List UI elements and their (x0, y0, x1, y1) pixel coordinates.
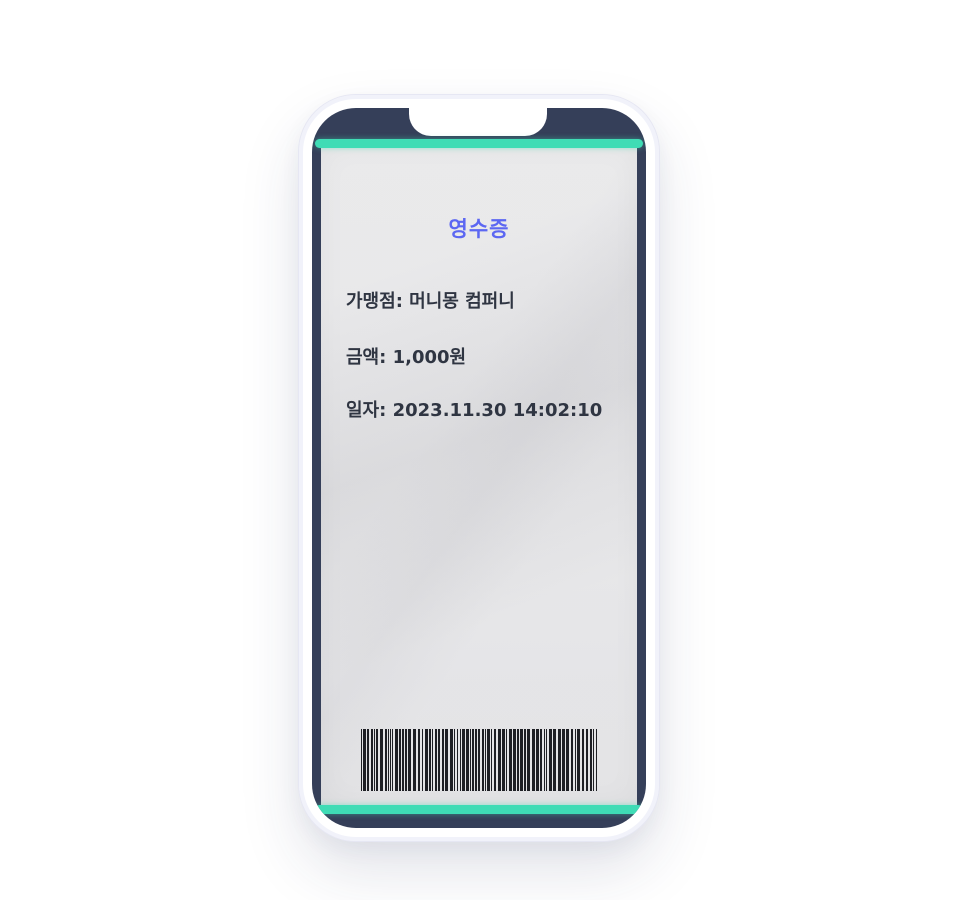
barcode-bar (532, 729, 535, 791)
barcode-bar (450, 729, 453, 791)
phone-mockup: 영수증 가맹점: 머니몽 컴퍼니 금액: 1,000원 일자: 2023.11.… (298, 94, 660, 842)
barcode-bar (402, 729, 404, 791)
barcode-bar (540, 729, 542, 791)
barcode-bar (558, 729, 561, 791)
barcode-bar (466, 729, 469, 791)
barcode-bar (509, 729, 512, 791)
date-line: 일자: 2023.11.30 14:02:10 (346, 400, 603, 421)
barcode-bar (475, 729, 477, 791)
barcode-bar (361, 729, 362, 791)
barcode-bar (577, 729, 580, 791)
barcode-bar (517, 729, 519, 791)
barcode-bar (562, 729, 565, 791)
barcode-bar (399, 729, 401, 791)
barcode-bar (485, 729, 486, 791)
amount-line: 금액: 1,000원 (346, 347, 467, 368)
barcode-bar (425, 729, 428, 791)
barcode-bar (575, 729, 576, 791)
barcode-bar (454, 729, 455, 791)
barcode-bar (385, 729, 387, 791)
barcode-bar (438, 729, 440, 791)
barcode-bar (405, 729, 407, 791)
barcode-bar (524, 729, 526, 791)
date-value: 2023.11.30 14:02:10 (392, 400, 603, 421)
barcode-bar (376, 729, 378, 791)
scan-guide-bottom (315, 805, 643, 814)
barcode-bar (478, 729, 480, 791)
barcode-bar (566, 729, 569, 791)
barcode-bar (460, 729, 461, 791)
barcode-bar (593, 729, 594, 791)
barcode-bar (363, 729, 366, 791)
barcode-bar (408, 729, 411, 791)
barcode-bar (470, 729, 471, 791)
barcode-bar (395, 729, 398, 791)
barcode-bar (487, 729, 490, 791)
barcode-bar (494, 729, 496, 791)
phone-screen: 영수증 가맹점: 머니몽 컴퍼니 금액: 1,000원 일자: 2023.11.… (312, 108, 646, 828)
barcode-bar (536, 729, 539, 791)
barcode-bar (590, 729, 592, 791)
barcode-bar (390, 729, 391, 791)
barcode-icon (361, 729, 597, 791)
amount-label: 금액 (346, 347, 380, 368)
barcode-bar (498, 729, 501, 791)
barcode-bar (553, 729, 556, 791)
barcode-bar (374, 729, 375, 791)
barcode-bar (435, 729, 437, 791)
store-line: 가맹점: 머니몽 컴퍼니 (346, 291, 515, 312)
barcode-bar (388, 729, 389, 791)
barcode-bar (586, 729, 588, 791)
barcode-bar (429, 729, 431, 791)
barcode-bar (432, 729, 433, 791)
barcode-bar (506, 729, 507, 791)
barcode-bar (380, 729, 383, 791)
barcode-bar (457, 729, 458, 791)
barcode-bar (371, 729, 373, 791)
barcode-bar (582, 729, 584, 791)
barcode-bar (422, 729, 423, 791)
barcode-bar (571, 729, 573, 791)
barcode-bar (596, 729, 597, 791)
receipt-paper: 영수증 가맹점: 머니몽 컴퍼니 금액: 1,000원 일자: 2023.11.… (321, 145, 637, 805)
barcode-bar (527, 729, 530, 791)
barcode-bar (546, 729, 547, 791)
scan-guide-top (315, 139, 643, 148)
barcode-bar (472, 729, 474, 791)
barcode-bar (482, 729, 484, 791)
barcode-bar (544, 729, 545, 791)
barcode-bar (502, 729, 505, 791)
barcode-bar (392, 729, 393, 791)
barcode-bar (413, 729, 416, 791)
barcode-bar (445, 729, 448, 791)
barcode-bar (549, 729, 552, 791)
barcode-bar (462, 729, 465, 791)
receipt-title: 영수증 (448, 217, 510, 241)
store-value: 머니몽 컴퍼니 (409, 291, 515, 312)
barcode-bar (513, 729, 516, 791)
barcode-bar (418, 729, 420, 791)
barcode-bar (442, 729, 444, 791)
barcode-bar (491, 729, 492, 791)
amount-value: 1,000원 (392, 347, 467, 368)
date-label: 일자 (346, 400, 380, 421)
barcode-bar (367, 729, 369, 791)
barcode-bar (520, 729, 523, 791)
store-label: 가맹점 (346, 291, 396, 312)
phone-notch (409, 108, 547, 136)
